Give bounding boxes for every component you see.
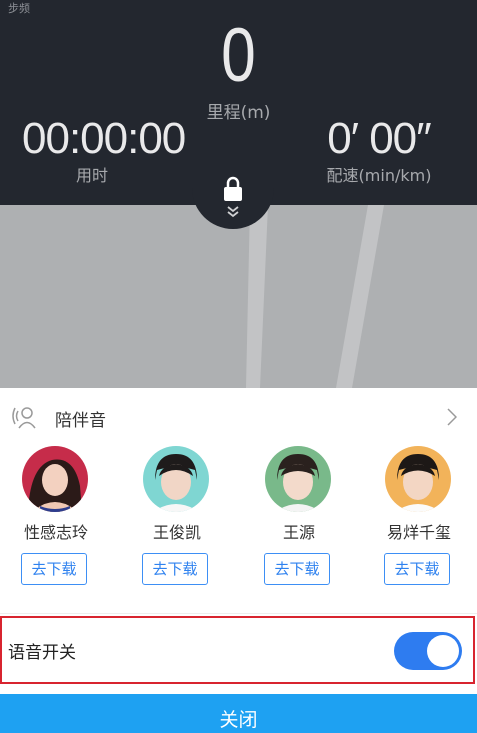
pack-name: 易烊千玺	[386, 523, 451, 542]
elapsed-time-value: 00:00:00	[22, 114, 186, 163]
voice-pack-item: 王俊凯 去下载	[121, 446, 233, 596]
voice-icon	[12, 407, 36, 429]
avatar[interactable]	[22, 446, 88, 512]
companion-sheet: 陪伴音 性感志玲 去下载 王俊凯 去下载 王源 去下载 易烊千玺 去下载 语音开…	[0, 388, 477, 733]
map-view[interactable]	[0, 205, 477, 388]
status-text: 步频	[8, 2, 30, 15]
avatar[interactable]	[385, 446, 451, 512]
pack-name: 王俊凯	[152, 523, 201, 542]
download-button[interactable]: 去下载	[21, 553, 87, 585]
map-roads	[246, 205, 384, 388]
double-chevron-icon	[227, 206, 239, 218]
voice-toggle[interactable]	[394, 632, 462, 670]
voice-pack-item: 王源 去下载	[243, 446, 355, 596]
close-button[interactable]: 关闭	[0, 694, 477, 733]
download-button[interactable]: 去下载	[142, 553, 208, 585]
voice-pack-item: 易烊千玺 去下载	[363, 446, 475, 596]
voice-switch-label: 语音开关	[8, 643, 76, 663]
companion-voice-header[interactable]: 陪伴音	[0, 388, 477, 446]
elapsed-time-label: 用时	[75, 166, 108, 185]
voice-pack-item: 性感志玲 去下载	[0, 446, 112, 596]
avatar[interactable]	[265, 446, 331, 512]
pack-name: 性感志玲	[23, 523, 88, 542]
pack-name: 王源	[282, 523, 315, 542]
download-button[interactable]: 去下载	[384, 553, 450, 585]
avatar[interactable]	[143, 446, 209, 512]
companion-title: 陪伴音	[55, 411, 106, 431]
download-button[interactable]: 去下载	[264, 553, 330, 585]
distance-value: 0	[221, 13, 256, 98]
divider	[0, 613, 477, 614]
pace-value: 0′ 00″	[327, 114, 431, 163]
pace-label: 配速(min/km)	[326, 166, 432, 185]
voice-switch-row: 语音开关	[0, 616, 475, 684]
toggle-knob	[427, 635, 459, 667]
lock-icon	[224, 176, 242, 201]
chevron-right-icon[interactable]	[447, 408, 457, 426]
